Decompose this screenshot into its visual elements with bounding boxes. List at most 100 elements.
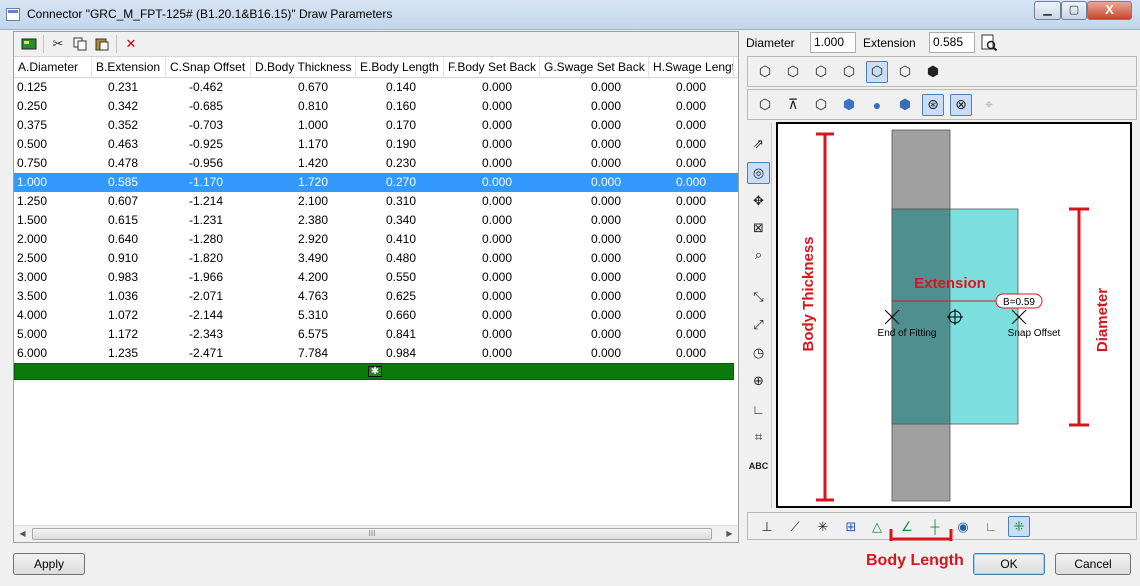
table-cell[interactable]: 0.000 bbox=[649, 78, 734, 97]
table-cell[interactable]: 0.000 bbox=[540, 306, 649, 325]
table-cell[interactable]: 1.250 bbox=[14, 192, 92, 211]
extension-field[interactable]: 0.585 bbox=[929, 32, 975, 53]
table-cell[interactable]: 0.000 bbox=[540, 268, 649, 287]
snap-corner-icon[interactable]: ∟ bbox=[980, 516, 1002, 537]
table-cell[interactable]: 0.140 bbox=[356, 78, 444, 97]
table-cell[interactable]: -1.231 bbox=[166, 211, 251, 230]
table-cell[interactable]: 0.190 bbox=[356, 135, 444, 154]
table-cell[interactable]: 7.784 bbox=[251, 344, 356, 363]
table-cell[interactable]: 6.000 bbox=[14, 344, 92, 363]
table-row[interactable]: 0.125 0.231 -0.462 0.670 0.140 0.000 0.000 0.00… bbox=[14, 78, 738, 97]
render-mode-1-icon[interactable]: ⊛ bbox=[922, 93, 944, 116]
table-cell[interactable]: 5.310 bbox=[251, 306, 356, 325]
table-cell[interactable]: 0.660 bbox=[356, 306, 444, 325]
table-cell[interactable]: -1.170 bbox=[166, 173, 251, 192]
table-cell[interactable]: -2.471 bbox=[166, 344, 251, 363]
table-cell[interactable]: 1.235 bbox=[92, 344, 166, 363]
table-cell[interactable]: 0.550 bbox=[356, 268, 444, 287]
snap-midpoint-icon[interactable]: △ bbox=[866, 516, 888, 537]
table-cell[interactable]: 3.000 bbox=[14, 268, 92, 287]
table-cell[interactable]: 0.750 bbox=[14, 154, 92, 173]
cut-icon[interactable]: ✂ bbox=[47, 34, 69, 54]
table-row[interactable]: 1.000 0.585 -1.170 1.720 0.270 0.000 0.000 0.00… bbox=[14, 173, 738, 192]
table-cell[interactable]: -1.966 bbox=[166, 268, 251, 287]
table-cell[interactable]: 0.500 bbox=[14, 135, 92, 154]
table-cell[interactable]: 0.231 bbox=[92, 78, 166, 97]
table-cell[interactable]: 0.352 bbox=[92, 116, 166, 135]
ok-button[interactable]: OK bbox=[973, 553, 1045, 575]
table-cell[interactable]: -1.214 bbox=[166, 192, 251, 211]
table-cell[interactable]: 0.000 bbox=[649, 268, 734, 287]
wireframe-icon[interactable]: ⬡ bbox=[754, 94, 776, 116]
apply-button[interactable]: Apply bbox=[13, 553, 85, 575]
table-cell[interactable]: 0.270 bbox=[356, 173, 444, 192]
table-cell[interactable]: 0.342 bbox=[92, 97, 166, 116]
zoom-page-icon[interactable] bbox=[980, 34, 998, 52]
table-cell[interactable]: 0.000 bbox=[540, 116, 649, 135]
table-cell[interactable]: 0.000 bbox=[540, 230, 649, 249]
table-cell[interactable]: -0.925 bbox=[166, 135, 251, 154]
table-cell[interactable]: 0.000 bbox=[649, 116, 734, 135]
table-cell[interactable]: 0.000 bbox=[444, 154, 540, 173]
table-cell[interactable]: -0.685 bbox=[166, 97, 251, 116]
table-cell[interactable]: 0.810 bbox=[251, 97, 356, 116]
table-cell[interactable]: 0.000 bbox=[540, 97, 649, 116]
preview-canvas[interactable]: Body Thickness Diameter Extension B=0.59… bbox=[776, 122, 1132, 508]
table-cell[interactable]: 0.000 bbox=[444, 192, 540, 211]
view-iso-5-icon[interactable]: ⬡ bbox=[866, 60, 888, 83]
table-cell[interactable]: 0.984 bbox=[356, 344, 444, 363]
table-row[interactable]: 2.500 0.910 -1.820 3.490 0.480 0.000 0.000 0.00… bbox=[14, 249, 738, 268]
render-mode-2-icon[interactable]: ⊗ bbox=[950, 93, 972, 116]
crosshair-icon[interactable]: ⌖ bbox=[978, 94, 1000, 116]
table-cell[interactable]: 0.615 bbox=[92, 211, 166, 230]
snap-intersection-icon[interactable]: ✳ bbox=[812, 516, 834, 537]
table-row[interactable]: 6.000 1.235 -2.471 7.784 0.984 0.000 0.000 0.00… bbox=[14, 344, 738, 363]
table-row[interactable]: 5.000 1.172 -2.343 6.575 0.841 0.000 0.000 0.00… bbox=[14, 325, 738, 344]
table-cell[interactable]: 0.983 bbox=[92, 268, 166, 287]
snap-node-icon[interactable]: ⊞ bbox=[840, 516, 862, 537]
table-cell[interactable]: 0.125 bbox=[14, 78, 92, 97]
diagonal-resize-icon[interactable]: ⤢ bbox=[747, 314, 770, 336]
table-cell[interactable]: -2.071 bbox=[166, 287, 251, 306]
snap-endpoint-icon[interactable]: ⊥ bbox=[756, 516, 778, 537]
column-header[interactable]: A.Diameter bbox=[14, 57, 92, 77]
select-arrow-icon[interactable]: ⇗ bbox=[747, 133, 770, 155]
table-cell[interactable]: 0.000 bbox=[444, 344, 540, 363]
table-cell[interactable]: -1.280 bbox=[166, 230, 251, 249]
table-cell[interactable]: 6.575 bbox=[251, 325, 356, 344]
table-cell[interactable]: 1.170 bbox=[251, 135, 356, 154]
view-iso-6-icon[interactable]: ⬡ bbox=[894, 61, 916, 83]
table-icon[interactable] bbox=[18, 34, 40, 54]
table-cell[interactable]: -0.956 bbox=[166, 154, 251, 173]
table-cell[interactable]: 0.230 bbox=[356, 154, 444, 173]
zoom-window-icon[interactable]: ⌕ bbox=[747, 244, 770, 266]
scroll-left-icon[interactable]: ◀ bbox=[14, 526, 31, 542]
table-cell[interactable]: 0.000 bbox=[444, 249, 540, 268]
table-cell[interactable]: 3.500 bbox=[14, 287, 92, 306]
table-cell[interactable]: 0.625 bbox=[356, 287, 444, 306]
table-cell[interactable]: 0.310 bbox=[356, 192, 444, 211]
table-cell[interactable]: -2.144 bbox=[166, 306, 251, 325]
table-cell[interactable]: 0.000 bbox=[649, 344, 734, 363]
table-cell[interactable]: 0.000 bbox=[649, 97, 734, 116]
table-cell[interactable]: 4.763 bbox=[251, 287, 356, 306]
snap-line-icon[interactable]: ⟋ bbox=[784, 516, 806, 537]
table-cell[interactable]: 0.160 bbox=[356, 97, 444, 116]
table-cell[interactable]: 0.841 bbox=[356, 325, 444, 344]
table-cell[interactable]: 2.000 bbox=[14, 230, 92, 249]
column-header[interactable]: H.Swage Length bbox=[649, 57, 734, 77]
view-iso-1-icon[interactable]: ⬡ bbox=[754, 61, 776, 83]
table-cell[interactable]: 0.000 bbox=[444, 268, 540, 287]
table-cell[interactable]: 0.670 bbox=[251, 78, 356, 97]
view-iso-2-icon[interactable]: ⬡ bbox=[782, 61, 804, 83]
table-cell[interactable]: 2.920 bbox=[251, 230, 356, 249]
table-cell[interactable]: 0.000 bbox=[540, 135, 649, 154]
table-cell[interactable]: 0.250 bbox=[14, 97, 92, 116]
table-cell[interactable]: 0.000 bbox=[540, 211, 649, 230]
table-row[interactable]: 0.375 0.352 -0.703 1.000 0.170 0.000 0.000 0.00… bbox=[14, 116, 738, 135]
table-cell[interactable]: -2.343 bbox=[166, 325, 251, 344]
table-cell[interactable]: 0.170 bbox=[356, 116, 444, 135]
paste-icon[interactable] bbox=[91, 34, 113, 54]
table-cell[interactable]: 0.000 bbox=[444, 78, 540, 97]
table-row[interactable]: 0.250 0.342 -0.685 0.810 0.160 0.000 0.000 0.00… bbox=[14, 97, 738, 116]
